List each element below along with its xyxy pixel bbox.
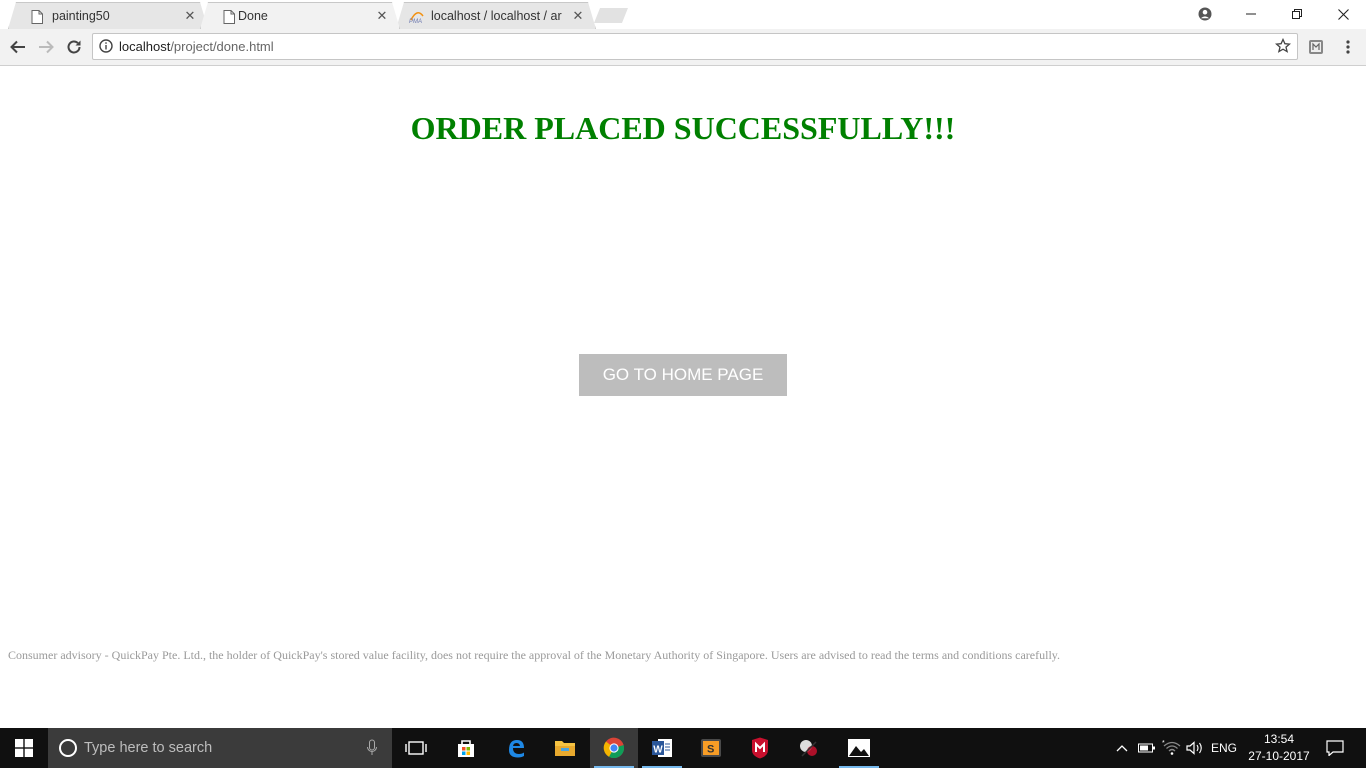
new-tab-button[interactable]: [594, 8, 628, 23]
close-icon[interactable]: ✕: [183, 8, 197, 24]
wifi-icon[interactable]: *: [1160, 728, 1184, 768]
url-host: localhost: [119, 39, 171, 54]
bookmark-star-icon[interactable]: [1274, 37, 1292, 54]
consumer-advisory-text: Consumer advisory - QuickPay Pte. Ltd., …: [8, 648, 1060, 662]
system-clock[interactable]: 13:54 27-10-2017: [1244, 731, 1314, 765]
page-icon: [31, 10, 43, 24]
page-title: ORDER PLACED SUCCESSFULLY!!!: [410, 110, 956, 146]
close-icon[interactable]: ✕: [375, 8, 389, 24]
back-arrow-icon[interactable]: [8, 37, 28, 57]
tab-title: Done: [238, 9, 268, 23]
svg-text:*: *: [1162, 740, 1165, 747]
word-icon[interactable]: W: [638, 728, 686, 768]
reload-icon[interactable]: [64, 37, 84, 57]
volume-icon[interactable]: [1184, 728, 1206, 768]
windows-taskbar: Type here to search W S * ENG 13:54 27-1…: [0, 728, 1366, 768]
svg-text:PMA: PMA: [409, 19, 422, 24]
action-center-icon[interactable]: [1320, 728, 1350, 768]
minimize-icon[interactable]: [1228, 0, 1274, 28]
store-icon[interactable]: [442, 728, 490, 768]
tab-title: painting50: [52, 9, 110, 23]
battery-icon[interactable]: [1136, 728, 1158, 768]
task-view-icon[interactable]: [392, 728, 440, 768]
page-content: ORDER PLACED SUCCESSFULLY!!! GO TO HOME …: [0, 66, 1366, 728]
chrome-icon[interactable]: [590, 728, 638, 768]
tab-phpmyadmin[interactable]: PMA localhost / localhost / ar ✕: [396, 2, 596, 29]
photos-icon[interactable]: [835, 728, 883, 768]
pma-icon: PMA: [409, 10, 425, 24]
clock-time: 13:54: [1263, 732, 1295, 746]
snipping-tool-icon[interactable]: [785, 728, 833, 768]
close-window-icon[interactable]: [1320, 0, 1366, 28]
menu-kebab-icon[interactable]: [1340, 39, 1356, 55]
show-hidden-icons-icon[interactable]: [1112, 728, 1132, 768]
tab-painting50[interactable]: painting50 ✕: [8, 2, 208, 29]
mcafee-icon[interactable]: [736, 728, 784, 768]
tab-strip: painting50 ✕ Done ✕ PMA localhost / loca…: [0, 0, 1366, 29]
browser-window: painting50 ✕ Done ✕ PMA localhost / loca…: [0, 0, 1366, 728]
browser-toolbar: localhost/project/done.html: [0, 29, 1366, 66]
file-explorer-icon[interactable]: [541, 728, 589, 768]
page-icon: [223, 10, 235, 24]
sublime-text-icon[interactable]: S: [687, 728, 735, 768]
svg-text:W: W: [653, 745, 663, 756]
edge-icon[interactable]: [492, 728, 540, 768]
profile-icon[interactable]: [1182, 0, 1228, 28]
svg-text:S: S: [707, 744, 714, 756]
restore-icon[interactable]: [1274, 0, 1320, 28]
url-text: localhost/project/done.html: [119, 39, 274, 54]
go-home-button[interactable]: GO TO HOME PAGE: [579, 354, 787, 396]
tab-title: localhost / localhost / ar: [431, 9, 562, 23]
search-placeholder: Type here to search: [84, 740, 213, 756]
clock-date: 27-10-2017: [1248, 749, 1310, 763]
window-controls: [1182, 0, 1366, 28]
taskbar-search[interactable]: Type here to search: [48, 728, 392, 768]
microphone-icon[interactable]: [366, 739, 378, 757]
url-path: /project/done.html: [170, 39, 274, 54]
language-indicator[interactable]: ENG: [1208, 728, 1240, 768]
tab-done[interactable]: Done ✕: [200, 2, 400, 29]
close-icon[interactable]: ✕: [571, 8, 585, 24]
windows-start-icon[interactable]: [0, 728, 48, 768]
forward-arrow-icon[interactable]: [36, 37, 56, 57]
extension-icon[interactable]: [1308, 39, 1324, 55]
info-icon[interactable]: [99, 39, 113, 53]
cortana-icon: [58, 738, 78, 758]
address-bar[interactable]: localhost/project/done.html: [92, 33, 1298, 60]
